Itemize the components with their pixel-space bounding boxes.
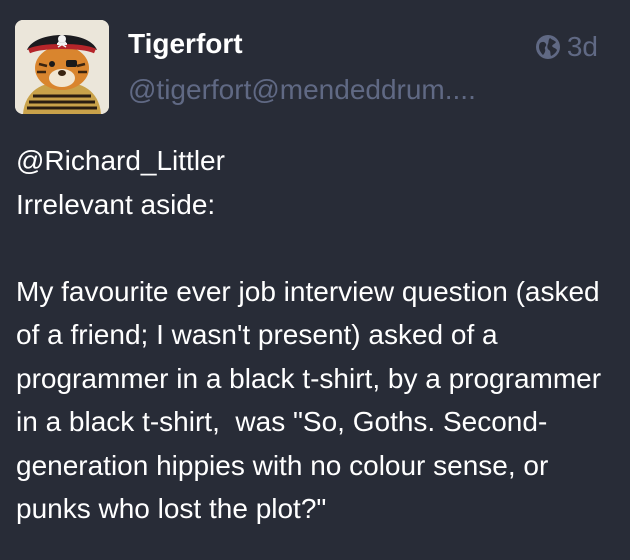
status-content: @Richard_Littler Irrelevant aside: My fa… bbox=[16, 139, 616, 531]
content-paragraph-1: @Richard_Littler Irrelevant aside: bbox=[16, 139, 616, 226]
status-meta[interactable]: 3d bbox=[535, 32, 598, 62]
globe-icon bbox=[535, 34, 561, 60]
content-line-aside: Irrelevant aside: bbox=[16, 188, 216, 220]
mention-link[interactable]: @Richard_Littler bbox=[16, 145, 225, 176]
display-name[interactable]: Tigerfort bbox=[128, 27, 243, 61]
relative-time[interactable]: 3d bbox=[567, 32, 598, 62]
pirate-tiger-plush-image bbox=[15, 20, 109, 114]
status-card: Tigerfort @tigerfort@mendeddrum.... 3d @… bbox=[0, 0, 630, 560]
avatar[interactable] bbox=[15, 20, 109, 114]
content-paragraph-2: My favourite ever job interview question… bbox=[16, 275, 609, 525]
account-handle[interactable]: @tigerfort@mendeddrum.... bbox=[128, 73, 508, 107]
